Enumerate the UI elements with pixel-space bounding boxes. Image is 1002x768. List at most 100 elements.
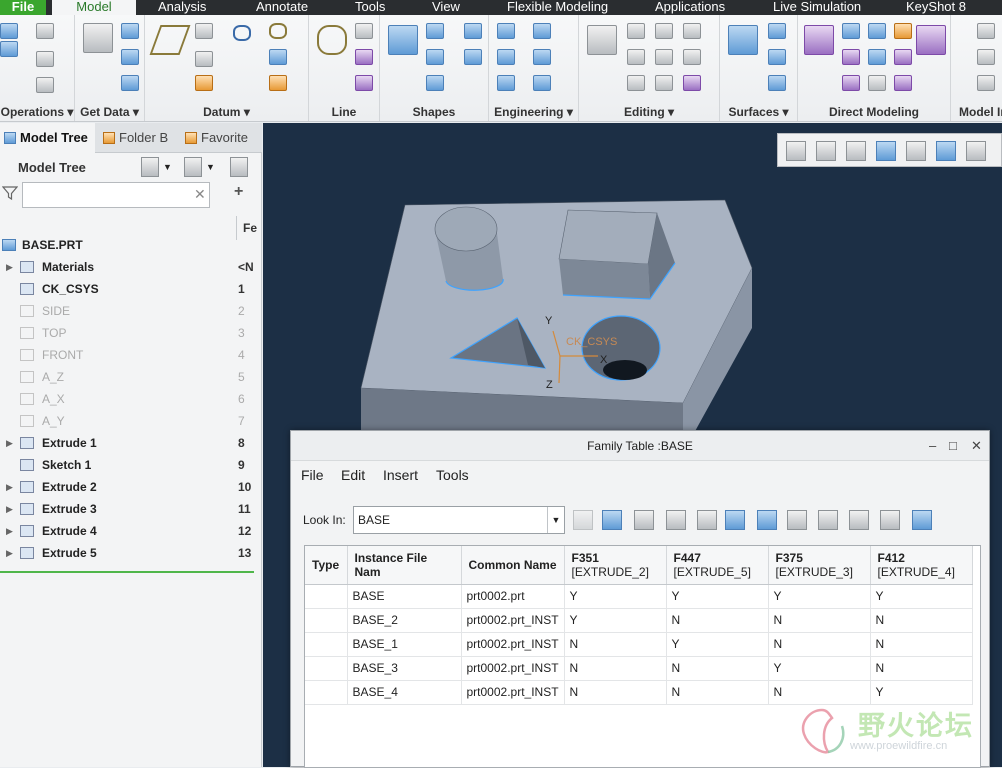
table-row[interactable]: BASE_1 prt0002.prt_INST N Y N N (305, 632, 973, 657)
extend-icon[interactable] (627, 49, 645, 65)
draft-icon[interactable] (497, 75, 515, 91)
rib-icon[interactable] (533, 75, 551, 91)
table-cell[interactable]: BASE_4 (347, 680, 462, 705)
table-cell[interactable]: BASE (347, 584, 462, 609)
table-cell[interactable]: Y (870, 584, 973, 609)
table-cell[interactable]: N (666, 608, 769, 633)
substitute-icon[interactable] (868, 49, 886, 65)
table-cell[interactable] (305, 584, 348, 609)
thicken-icon[interactable] (683, 23, 701, 39)
menu-file[interactable]: File (0, 0, 46, 15)
settings-icon[interactable] (141, 157, 159, 177)
group-label[interactable]: Editing ▾ (579, 105, 719, 119)
pattern-icon[interactable] (587, 25, 617, 55)
table-cell[interactable]: N (870, 656, 973, 681)
copy-icon[interactable] (634, 510, 654, 530)
column-header-f375[interactable]: F375 [EXTRUDE_3] (768, 546, 871, 585)
chevron-down-icon[interactable]: ▼ (163, 157, 181, 177)
menu-view[interactable]: View (432, 0, 460, 15)
saved-orientations-icon[interactable] (936, 141, 956, 161)
sweep-icon[interactable] (426, 49, 444, 65)
revolve-icon[interactable] (426, 23, 444, 39)
menu-annotate[interactable]: Annotate (256, 0, 308, 15)
copy-geometry-icon[interactable] (121, 23, 139, 39)
tree-item[interactable]: A_X 6 (0, 388, 260, 410)
menu-applications[interactable]: Applications (655, 0, 725, 15)
minimize-icon[interactable]: – (929, 431, 936, 461)
menu-tools[interactable]: Tools (355, 0, 385, 15)
maximize-icon[interactable]: □ (949, 431, 957, 461)
tree-insert-indicator[interactable] (0, 571, 254, 573)
flexible-icon[interactable] (916, 25, 946, 55)
solidify-icon[interactable] (683, 49, 701, 65)
remove-icon[interactable] (894, 49, 912, 65)
reference-icon[interactable] (269, 75, 287, 91)
mirror-icon[interactable] (627, 23, 645, 39)
column-header-f351[interactable]: F351 [EXTRUDE_2] (564, 546, 667, 585)
table-cell[interactable] (305, 680, 348, 705)
line-icon[interactable] (317, 25, 347, 55)
delete-icon[interactable] (36, 77, 54, 93)
tab-folder-browser[interactable]: Folder B (99, 123, 177, 153)
tree-search-input[interactable] (22, 182, 210, 208)
family-table-icon[interactable] (977, 23, 995, 39)
column-header-f447[interactable]: F447 [EXTRUDE_5] (666, 546, 769, 585)
add-column-icon[interactable]: + (234, 183, 243, 201)
modify-analytic-icon[interactable] (842, 75, 860, 91)
csys-icon[interactable] (195, 75, 213, 91)
table-cell[interactable]: Y (564, 584, 667, 609)
group-label[interactable]: Get Data ▾ (75, 105, 144, 119)
graph-icon[interactable] (269, 49, 287, 65)
attach-icon[interactable] (894, 23, 912, 39)
tree-item[interactable]: FRONT 4 (0, 344, 260, 366)
table-cell[interactable]: N (768, 632, 871, 657)
dialog-menu-tools[interactable]: Tools (436, 467, 469, 483)
boundary-blend-icon[interactable] (728, 25, 758, 55)
tree-item[interactable]: TOP 3 (0, 322, 260, 344)
curve-from-equation-icon[interactable] (355, 49, 373, 65)
table-cell[interactable]: N (870, 632, 973, 657)
column-header-instance[interactable]: Instance File Nam (347, 546, 462, 585)
regenerate-icon[interactable] (0, 23, 18, 39)
filter-settings-icon[interactable] (230, 157, 248, 177)
trim-icon[interactable] (627, 75, 645, 91)
point-icon[interactable] (195, 51, 213, 67)
user-defined-feature-icon[interactable] (83, 23, 113, 53)
table-structure-icon[interactable] (725, 510, 745, 530)
table-cell[interactable]: N (564, 656, 667, 681)
table-row[interactable]: BASE prt0002.prt Y Y Y Y (305, 584, 973, 609)
tree-item[interactable]: SIDE 2 (0, 300, 260, 322)
repaint-icon[interactable] (876, 141, 896, 161)
tree-item[interactable]: ▶ Materials <N (0, 256, 260, 278)
project-icon[interactable] (683, 75, 701, 91)
show-icon[interactable] (184, 157, 202, 177)
curve-icon[interactable] (269, 23, 287, 39)
view-manager-icon[interactable] (966, 141, 986, 161)
extrude-icon[interactable] (388, 25, 418, 55)
table-row[interactable]: BASE_3 prt0002.prt_INST N N Y N (305, 656, 973, 681)
add-columns-icon[interactable] (757, 510, 777, 530)
table-cell[interactable]: Y (564, 608, 667, 633)
zoom-in-icon[interactable] (816, 141, 836, 161)
edit-round-icon[interactable] (868, 75, 886, 91)
table-cell[interactable]: BASE_2 (347, 608, 462, 633)
table-cell[interactable]: Y (666, 632, 769, 657)
freestyle-icon[interactable] (768, 75, 786, 91)
axis-icon[interactable] (195, 23, 213, 39)
table-cell[interactable]: N (666, 656, 769, 681)
table-cell[interactable]: prt0002.prt_INST (461, 680, 565, 705)
pattern-recognition-icon[interactable] (894, 75, 912, 91)
round-icon[interactable] (533, 23, 551, 39)
column-header-f412[interactable]: F412 [EXTRUDE_4] (870, 546, 973, 585)
table-cell[interactable] (305, 656, 348, 681)
verify-icon[interactable] (880, 510, 900, 530)
merge-icon[interactable] (121, 75, 139, 91)
relations-icon[interactable] (977, 49, 995, 65)
tree-item[interactable]: ▶ Extrude 2 10 (0, 476, 260, 498)
up-level-icon[interactable] (573, 510, 593, 530)
paste-icon[interactable] (36, 51, 54, 67)
paste-icon[interactable] (666, 510, 686, 530)
table-cell[interactable]: Y (768, 656, 871, 681)
style-icon[interactable] (768, 49, 786, 65)
offset-icon[interactable] (655, 75, 673, 91)
